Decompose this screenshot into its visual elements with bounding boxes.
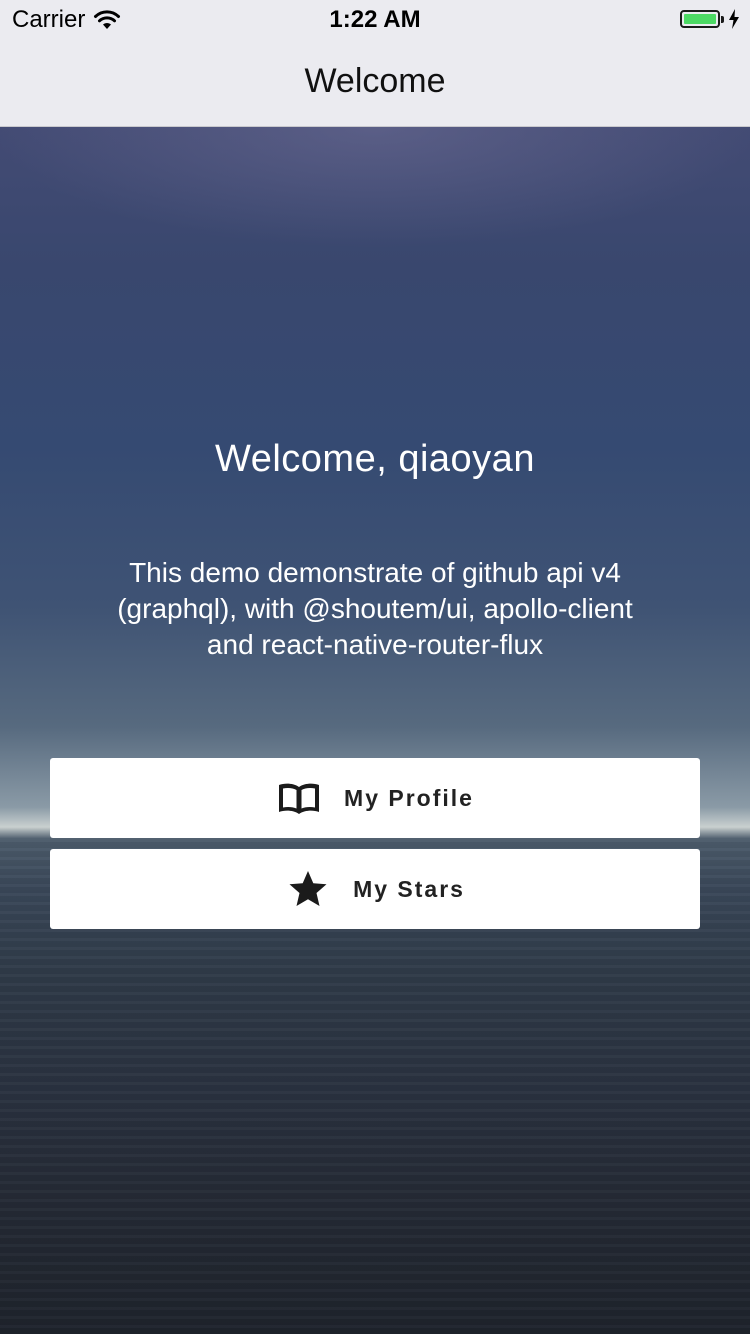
my-stars-button[interactable]: My Stars	[50, 849, 700, 929]
star-icon	[285, 869, 331, 909]
background-image	[0, 127, 750, 1334]
my-stars-label: My Stars	[353, 875, 465, 902]
app-screen: Carrier 1:22 AM Welcome Welcome, qiaoyan…	[0, 0, 750, 1334]
my-profile-label: My Profile	[344, 784, 474, 811]
book-icon	[276, 778, 322, 818]
battery-tip	[721, 15, 724, 23]
welcome-heading: Welcome, qiaoyan	[215, 438, 535, 480]
navigation-bar: Welcome	[0, 40, 750, 127]
battery-level-fill	[684, 14, 716, 24]
charging-bolt-icon	[729, 9, 739, 29]
status-time: 1:22 AM	[329, 6, 421, 33]
my-profile-button[interactable]: My Profile	[50, 758, 700, 838]
battery-icon	[680, 10, 720, 28]
battery-indicator	[680, 9, 740, 29]
nav-title: Welcome	[304, 62, 446, 100]
status-bar: Carrier 1:22 AM	[0, 0, 750, 40]
description-text: This demo demonstrate of github api v4 (…	[117, 557, 633, 660]
